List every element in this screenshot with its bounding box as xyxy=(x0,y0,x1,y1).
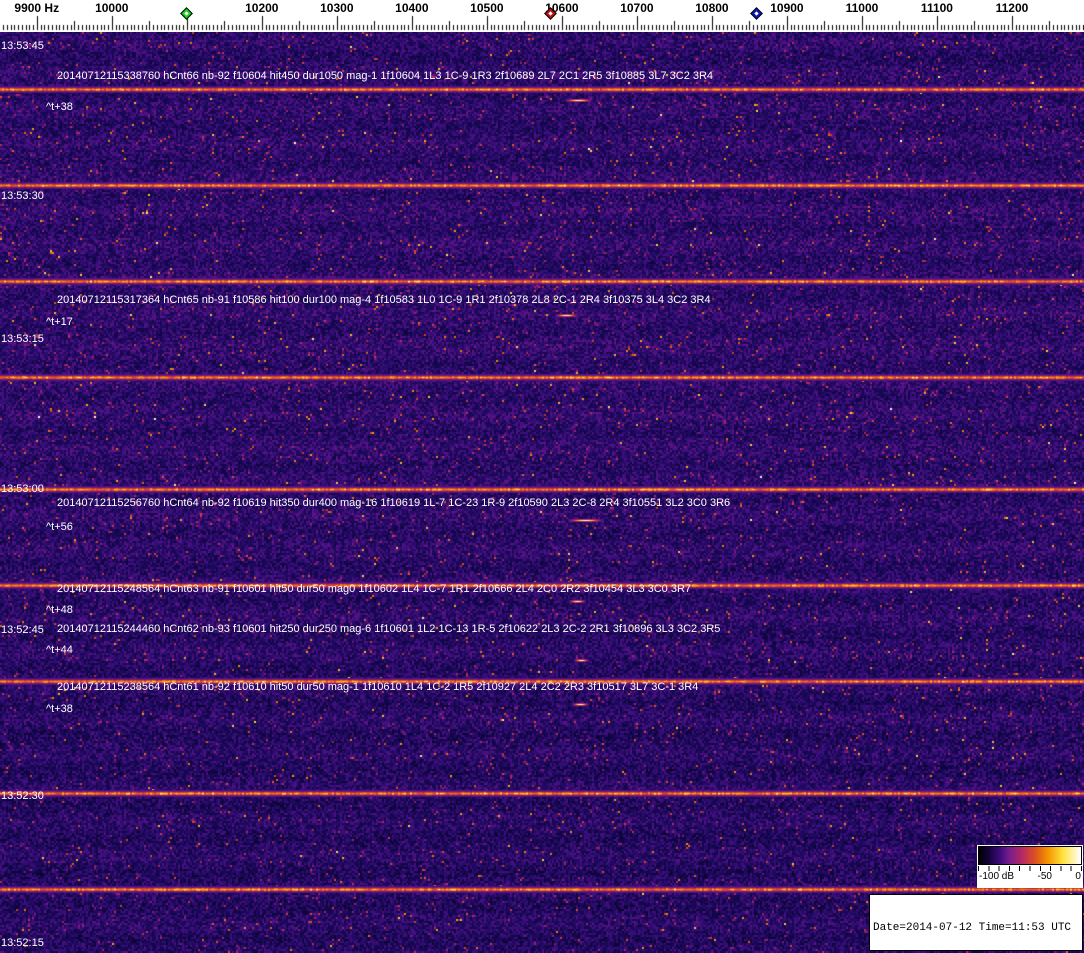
legend-label-max: 0 xyxy=(1075,871,1081,883)
frequency-tick-label: 9900 Hz xyxy=(14,1,59,15)
frequency-tick-label: 10400 xyxy=(395,1,428,15)
info-date-time: Date=2014-07-12 Time=11:53 UTC xyxy=(873,922,1079,935)
legend-label-mid: -50 xyxy=(1038,871,1052,883)
frequency-tick-label: 11200 xyxy=(996,1,1029,15)
frequency-tick-label: 10700 xyxy=(620,1,653,15)
station-info-box: Date=2014-07-12 Time=11:53 UTC Freq=143 … xyxy=(869,894,1083,951)
spectrogram-canvas xyxy=(0,32,1084,953)
marker-center-dot xyxy=(754,11,758,15)
frequency-tick-label: 10000 xyxy=(95,1,128,15)
frequency-tick-label: 10500 xyxy=(470,1,503,15)
spectrogram-app: 9900 Hz100001020010300104001050010600107… xyxy=(0,0,1084,953)
frequency-tick-label: 11000 xyxy=(846,1,879,15)
frequency-tick-label: 10200 xyxy=(245,1,278,15)
color-scale-labels: -100 dB -50 0 xyxy=(978,871,1082,883)
frequency-tick-label: 11100 xyxy=(921,1,953,15)
color-scale-gradient xyxy=(978,846,1082,865)
frequency-tick-label: 10900 xyxy=(770,1,803,15)
frequency-tick-label: 10300 xyxy=(320,1,353,15)
frequency-ruler: 9900 Hz100001020010300104001050010600107… xyxy=(0,0,1084,32)
marker-center-dot xyxy=(184,11,188,15)
marker-center-dot xyxy=(548,11,552,15)
legend-label-min: -100 dB xyxy=(979,871,1014,883)
color-scale-legend: -100 dB -50 0 xyxy=(977,845,1083,888)
frequency-tick-label: 10800 xyxy=(695,1,728,15)
